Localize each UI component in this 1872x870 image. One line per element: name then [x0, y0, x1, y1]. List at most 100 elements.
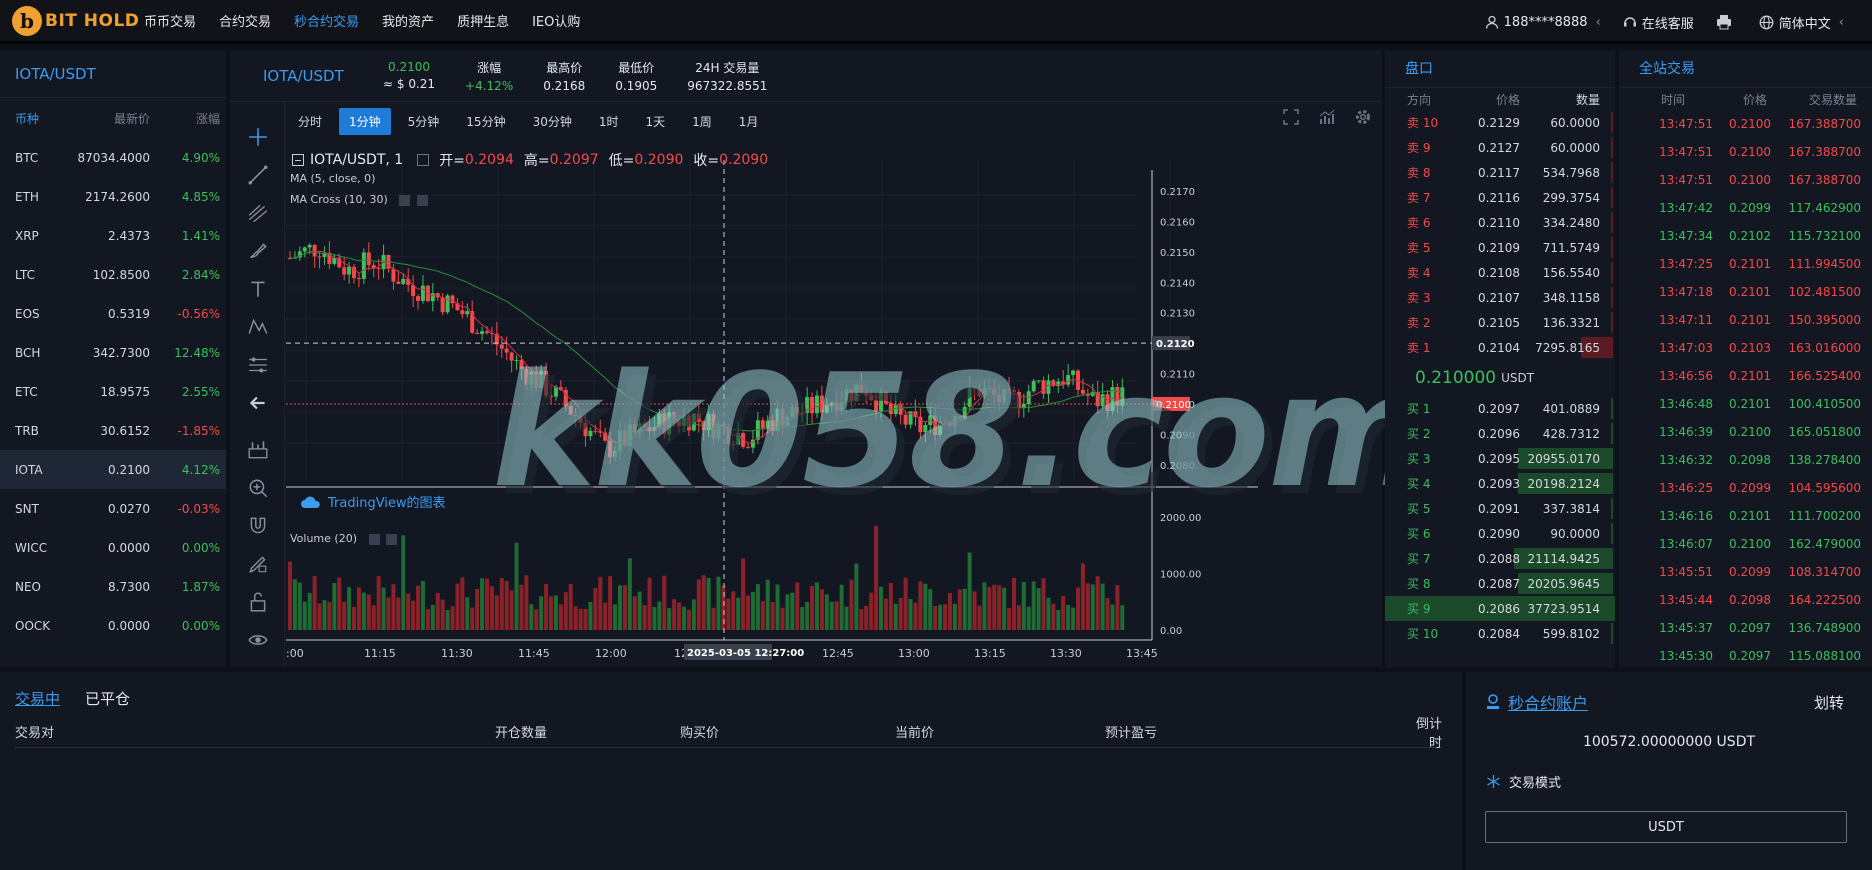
- lock-edit-tool[interactable]: [230, 545, 285, 583]
- nav-item-4[interactable]: 质押生息: [457, 11, 509, 30]
- bid-row[interactable]: 买 1 0.2097 401.0889: [1385, 396, 1615, 421]
- nav-item-1[interactable]: 合约交易: [219, 11, 271, 30]
- long-position-tool[interactable]: [230, 431, 285, 469]
- timeframe-5[interactable]: 1时: [589, 108, 629, 135]
- timeframe-7[interactable]: 1周: [682, 108, 722, 135]
- magnet-tool[interactable]: [230, 507, 285, 545]
- market-row-trb[interactable]: TRB 30.6152 -1.85%: [0, 411, 226, 450]
- col-qty: 交易数量: [1808, 92, 1857, 107]
- market-row-ltc[interactable]: LTC 102.8500 2.84%: [0, 255, 226, 294]
- volume-settings-icon[interactable]: [368, 533, 380, 545]
- ask-row[interactable]: 卖 4 0.2108 156.5540: [1385, 260, 1615, 285]
- trade-price: 0.2100: [1729, 117, 1771, 131]
- indicators-icon[interactable]: [1318, 108, 1336, 130]
- measure-tool[interactable]: [230, 346, 285, 384]
- market-row-iota[interactable]: IOTA 0.2100 4.12%: [0, 450, 226, 489]
- market-row-oock[interactable]: OOCK 0.0000 0.00%: [0, 606, 226, 645]
- trend-line-tool[interactable]: [230, 156, 285, 194]
- market-row-eth[interactable]: ETH 2174.2600 4.85%: [0, 177, 226, 216]
- logo[interactable]: b BIT HOLD: [12, 5, 144, 36]
- candlestick-chart[interactable]: 0.2170 0.2160 0.2150 0.2140 0.2130 0.2110 0.21…: [286, 140, 1378, 667]
- volume-bar: [677, 602, 682, 630]
- ask-row[interactable]: 卖 6 0.2110 334.2480: [1385, 210, 1615, 235]
- bid-row[interactable]: 买 6 0.2090 90.0000: [1385, 521, 1615, 546]
- timeframe-0[interactable]: 分时: [288, 108, 332, 135]
- trade-time: 13:47:51: [1659, 117, 1713, 131]
- legend-settings-icon[interactable]: [417, 154, 430, 166]
- bid-row[interactable]: 买 2 0.2096 428.7312: [1385, 421, 1615, 446]
- ask-row[interactable]: 卖 7 0.2116 299.3754: [1385, 185, 1615, 210]
- timeframe-8[interactable]: 1月: [729, 108, 769, 135]
- candle-body: [416, 296, 421, 301]
- ask-row[interactable]: 卖 9 0.2127 60.0000: [1385, 135, 1615, 160]
- timeframe-3[interactable]: 15分钟: [456, 108, 515, 135]
- crosshair-tool[interactable]: [230, 118, 285, 156]
- volume-bar: [686, 609, 691, 630]
- unlock-icon: [250, 592, 265, 612]
- volume-close-icon[interactable]: [386, 533, 397, 545]
- ask-row[interactable]: 卖 10 0.2129 60.0000: [1385, 110, 1615, 135]
- nav-item-0[interactable]: 币币交易: [144, 11, 196, 30]
- collapse-icon[interactable]: [292, 154, 304, 166]
- ask-row[interactable]: 卖 1 0.2104 7295.8165: [1385, 335, 1615, 360]
- ask-row[interactable]: 卖 2 0.2105 136.3321: [1385, 310, 1615, 335]
- trade-row: 13:45:30 0.2097 115.088100: [1619, 642, 1872, 670]
- ma-cross-close-icon[interactable]: [416, 194, 428, 206]
- customer-service-button[interactable]: 在线客服: [1623, 13, 1694, 32]
- zoom-tool[interactable]: [230, 469, 285, 507]
- user-menu[interactable]: 188****8888 ‹: [1485, 15, 1601, 30]
- candle-body: [1105, 394, 1110, 411]
- timeframe-6[interactable]: 1天: [636, 108, 676, 135]
- market-row-eos[interactable]: EOS 0.5319 -0.56%: [0, 294, 226, 333]
- unlock-tool[interactable]: [230, 583, 285, 621]
- volume-bar: [539, 596, 544, 630]
- candle-body: [824, 405, 829, 413]
- bid-row[interactable]: 买 5 0.2091 337.3814: [1385, 496, 1615, 521]
- market-row-bch[interactable]: BCH 342.7300 12.48%: [0, 333, 226, 372]
- nav-item-5[interactable]: IEO认购: [532, 11, 580, 30]
- bid-row[interactable]: 买 3 0.2095 20955.0170: [1385, 446, 1615, 471]
- account-title[interactable]: 秒合约账户: [1508, 690, 1588, 714]
- ask-row[interactable]: 卖 8 0.2117 534.7968: [1385, 160, 1615, 185]
- nav-item-2[interactable]: 秒合约交易: [294, 11, 359, 30]
- trade-time: 13:47:51: [1659, 145, 1713, 159]
- volume-bar: [386, 597, 391, 630]
- fib-tool[interactable]: [230, 194, 285, 232]
- volume-bar: [1007, 607, 1012, 630]
- bid-row[interactable]: 买 7 0.2088 21114.9425: [1385, 546, 1615, 571]
- timeframe-1[interactable]: 1分钟: [339, 107, 391, 135]
- bid-row[interactable]: 买 8 0.2087 20205.9645: [1385, 571, 1615, 596]
- language-selector[interactable]: 简体中文 ‹: [1759, 13, 1844, 32]
- transfer-button[interactable]: 划转: [1814, 692, 1844, 713]
- market-row-snt[interactable]: SNT 0.0270 -0.03%: [0, 489, 226, 528]
- settings-gear-icon[interactable]: [1354, 108, 1372, 130]
- trade-mode-select[interactable]: USDT: [1485, 811, 1847, 843]
- print-button[interactable]: [1716, 14, 1737, 30]
- positions-tab-0[interactable]: 交易中: [15, 688, 60, 709]
- market-row-btc[interactable]: BTC 87034.4000 4.90%: [0, 138, 226, 177]
- bid-row[interactable]: 买 10 0.2084 599.8102: [1385, 621, 1615, 646]
- ask-row[interactable]: 卖 3 0.2107 348.1158: [1385, 285, 1615, 310]
- text-tool[interactable]: [230, 270, 285, 308]
- ask-row[interactable]: 卖 5 0.2109 711.5749: [1385, 235, 1615, 260]
- bid-row[interactable]: 买 9 0.2086 37723.9514: [1385, 596, 1615, 621]
- eye-tool[interactable]: [230, 621, 285, 659]
- volume-bar: [1095, 576, 1100, 630]
- volume-bar: [1051, 603, 1056, 630]
- timeframe-4[interactable]: 30分钟: [523, 108, 582, 135]
- brush-tool[interactable]: [230, 232, 285, 270]
- bid-row[interactable]: 买 4 0.2093 20198.2124: [1385, 471, 1615, 496]
- timeframe-2[interactable]: 5分钟: [398, 108, 450, 135]
- fullscreen-icon[interactable]: [1282, 108, 1300, 130]
- market-row-xrp[interactable]: XRP 2.4373 1.41%: [0, 216, 226, 255]
- pattern-tool[interactable]: [230, 308, 285, 346]
- back-arrow-tool[interactable]: [230, 384, 285, 422]
- market-row-etc[interactable]: ETC 18.9575 2.55%: [0, 372, 226, 411]
- volume-bar: [430, 604, 435, 630]
- market-row-wicc[interactable]: WICC 0.0000 0.00%: [0, 528, 226, 567]
- tradingview-attribution[interactable]: TradingView的图表: [300, 492, 446, 511]
- positions-tab-1[interactable]: 已平仓: [85, 688, 130, 709]
- ma-cross-settings-icon[interactable]: [399, 194, 411, 206]
- nav-item-3[interactable]: 我的资产: [382, 11, 434, 30]
- market-row-neo[interactable]: NEO 8.7300 1.87%: [0, 567, 226, 606]
